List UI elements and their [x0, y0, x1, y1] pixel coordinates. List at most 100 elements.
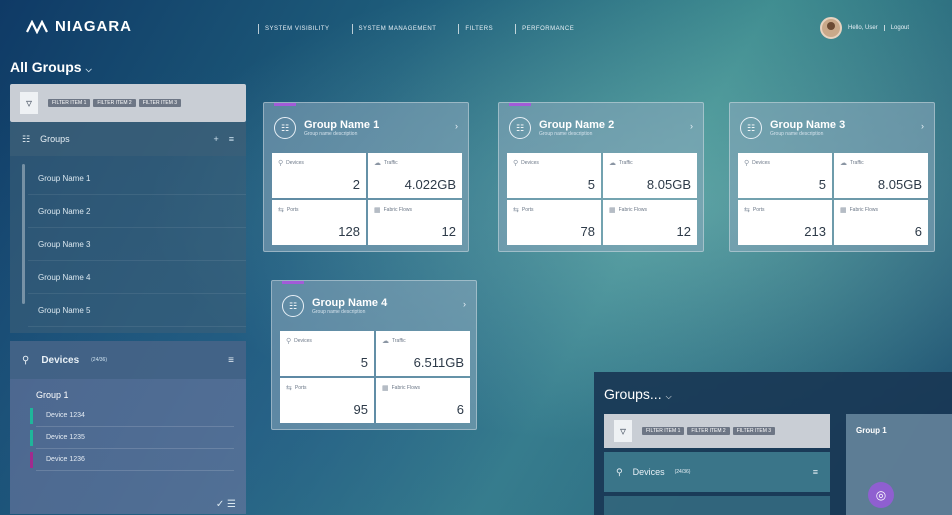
group-card[interactable]: ☷ Group Name 3 Group name description › … — [729, 102, 935, 252]
list-item[interactable]: Group Name 4 — [28, 261, 246, 294]
list-scrollbar[interactable] — [22, 164, 25, 304]
tree-device[interactable]: Device 1236 — [30, 449, 234, 471]
group-card-header: ☷ Group Name 1 Group name description › — [264, 103, 468, 153]
groups-icon: ☷ — [22, 133, 31, 144]
logout-link[interactable]: Logout — [883, 25, 909, 31]
metric-fabric-flows: ▦ Fabric Flows 6 — [376, 378, 470, 423]
group-card-header: ☷ Group Name 3 Group name description › — [730, 103, 934, 153]
filter-icon[interactable]: ▿ — [20, 92, 38, 114]
group-card[interactable]: ☷ Group Name 4 Group name description › … — [271, 280, 477, 430]
metric-value: 5 — [360, 355, 368, 370]
metric-value: 78 — [580, 224, 595, 239]
devices-icon: ⚲ — [286, 338, 292, 345]
filter-chip[interactable]: FILTER ITEM 3 — [732, 427, 776, 435]
fabric-icon: ▦ — [840, 207, 847, 214]
cloud-icon: ☁ — [609, 160, 616, 167]
metric-label: Ports — [521, 207, 534, 213]
metrics-grid: ⚲ Devices 2 ☁ Traffic 4.022GB ⇆ Ports 128 ▦ Fab… — [272, 153, 462, 245]
group-card-description: Group name description — [312, 309, 366, 315]
metric-value: 2 — [352, 177, 360, 192]
metric-ports: ⇆ Ports 78 — [507, 200, 601, 245]
metrics-grid: ⚲ Devices 5 ☁ Traffic 6.511GB ⇆ Ports 95 ▦ Fabr… — [280, 331, 470, 423]
group-card-title: Group Name 4 — [312, 297, 388, 309]
menu-icon[interactable]: ≡ — [229, 134, 234, 144]
metric-label: Traffic — [392, 338, 406, 344]
tree-group[interactable]: Group 1 — [36, 385, 234, 405]
group-card[interactable]: ☷ Group Name 1 Group name description › … — [263, 102, 469, 252]
overlay-title-text: Groups... — [604, 386, 662, 402]
metric-devices: ⚲ Devices 5 — [738, 153, 832, 198]
metric-fabric-flows: ▦ Fabric Flows 6 — [834, 200, 928, 245]
page-title[interactable]: All Groups ⌵ — [10, 59, 92, 75]
device-name: Device 1236 — [46, 456, 85, 463]
overlay-group-card-title: Group 1 — [856, 426, 887, 435]
group-card-header: ☷ Group Name 4 Group name description › — [272, 281, 476, 331]
cloud-icon: ☁ — [382, 338, 389, 345]
overlay-title[interactable]: Groups... ⌵ — [604, 386, 672, 402]
group-icon: ☷ — [740, 117, 762, 139]
logo[interactable]: NIAGARA — [26, 18, 132, 35]
user-name[interactable]: Hello, User — [848, 25, 878, 31]
metric-label: Devices — [521, 160, 539, 166]
group-card-description: Group name description — [770, 131, 824, 137]
nav-system-management[interactable]: SYSTEM MANAGEMENT — [351, 24, 437, 34]
metric-value: 8.05GB — [646, 177, 691, 192]
ports-icon: ⇆ — [513, 207, 519, 214]
list-item[interactable]: Group Name 1 — [28, 162, 246, 195]
chevron-right-icon[interactable]: › — [690, 121, 693, 131]
overlay-devices-header[interactable]: ⚲ Devices (24/36) ≡ — [604, 452, 830, 492]
metric-value: 6.511GB — [413, 355, 464, 370]
list-item[interactable]: Group Name 3 — [28, 228, 246, 261]
menu-icon[interactable]: ≡ — [813, 467, 818, 477]
metric-label: Fabric Flows — [849, 207, 878, 213]
devices-icon: ⚲ — [513, 160, 519, 167]
tree-device[interactable]: Device 1234 — [30, 405, 234, 427]
filter-chip[interactable]: FILTER ITEM 1 — [48, 99, 91, 107]
chevron-right-icon[interactable]: › — [921, 121, 924, 131]
nav-filters[interactable]: FILTERS — [458, 24, 493, 34]
accent-bar — [509, 103, 531, 106]
group-card-header: ☷ Group Name 2 Group name description › — [499, 103, 703, 153]
filter-chip[interactable]: FILTER ITEM 3 — [138, 99, 182, 107]
metric-value: 4.022GB — [404, 177, 456, 192]
tree-device[interactable]: Device 1235 — [30, 427, 234, 449]
avatar[interactable] — [820, 17, 842, 39]
overlay-list-row[interactable] — [604, 496, 830, 515]
metric-traffic: ☁ Traffic 8.05GB — [603, 153, 697, 198]
chevron-right-icon[interactable]: › — [455, 121, 458, 131]
devices-panel-header[interactable]: ⚲ Devices (24/36) ≡ — [10, 341, 246, 379]
filter-chip[interactable]: FILTER ITEM 2 — [687, 427, 730, 435]
group-card-description: Group name description — [304, 131, 358, 137]
device-name: Device 1235 — [46, 434, 85, 441]
brand-name: NIAGARA — [55, 18, 132, 35]
filter-chip[interactable]: FILTER ITEM 1 — [642, 427, 685, 435]
group-card[interactable]: ☷ Group Name 2 Group name description › … — [498, 102, 704, 252]
group-card-title: Group Name 1 — [304, 119, 380, 131]
list-item[interactable]: Group Name 5 — [28, 294, 246, 327]
chevron-right-icon[interactable]: › — [463, 299, 466, 309]
group-icon: ☷ — [282, 295, 304, 317]
metric-ports: ⇆ Ports 95 — [280, 378, 374, 423]
metric-label: Ports — [294, 385, 307, 391]
ports-icon: ⇆ — [286, 385, 292, 392]
metric-value: 5 — [818, 177, 826, 192]
location-icon: ⚲ — [22, 354, 30, 366]
filter-chip[interactable]: FILTER ITEM 2 — [93, 99, 136, 107]
menu-icon[interactable]: ≡ — [228, 355, 234, 366]
metric-label: Devices — [294, 338, 312, 344]
nav-performance[interactable]: PERFORMANCE — [515, 24, 574, 34]
list-item[interactable]: Group Name 2 — [28, 195, 246, 228]
group-card-title: Group Name 2 — [539, 119, 615, 131]
groups-panel-title: Groups — [40, 134, 70, 144]
filter-icon[interactable]: ▿ — [614, 420, 632, 442]
groups-panel-header[interactable]: ☷ Groups + ≡ — [10, 122, 246, 156]
metric-ports: ⇆ Ports 128 — [272, 200, 366, 245]
logo-mark-icon — [26, 19, 48, 34]
nav-system-visibility[interactable]: SYSTEM VISIBILITY — [258, 24, 330, 34]
metric-value: 12 — [676, 224, 691, 239]
fabric-icon: ▦ — [374, 207, 381, 214]
tree-footer-tools[interactable]: ✓ ☰ — [216, 499, 236, 510]
metric-fabric-flows: ▦ Fabric Flows 12 — [603, 200, 697, 245]
add-group-icon[interactable]: + — [213, 134, 218, 144]
overlay-group-card[interactable]: Group 1 ◎ — [846, 414, 952, 515]
